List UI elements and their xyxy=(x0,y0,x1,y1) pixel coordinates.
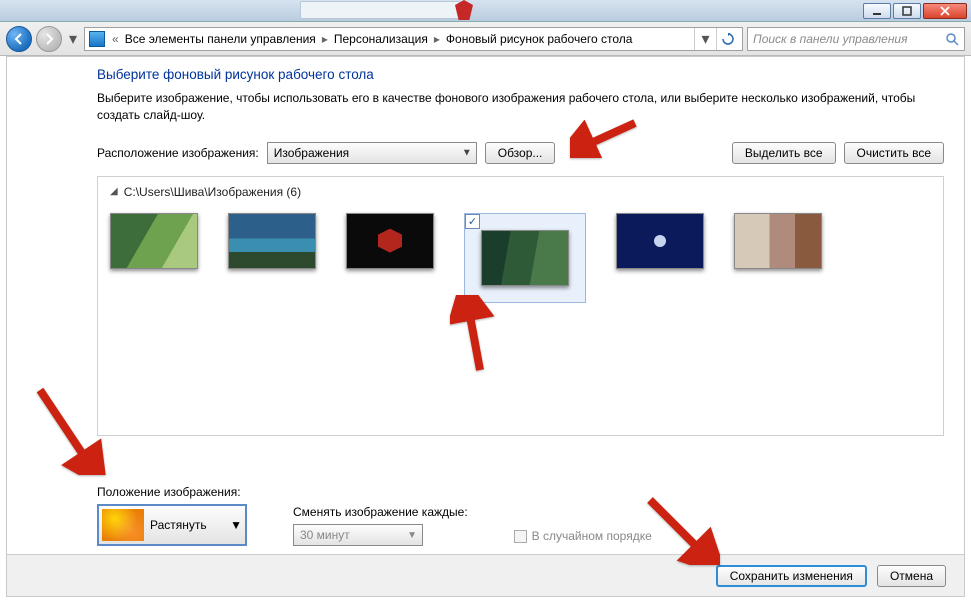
maximize-button[interactable] xyxy=(893,3,921,19)
select-all-button[interactable]: Выделить все xyxy=(732,142,836,164)
collapse-icon: ◢ xyxy=(110,186,118,197)
position-column: Положение изображения: Растянуть ▼ xyxy=(97,485,247,546)
folder-header[interactable]: ◢ C:\Users\Шива\Изображения (6) xyxy=(110,185,931,199)
content-panel: Выберите фоновый рисунок рабочего стола … xyxy=(6,56,965,597)
browse-button[interactable]: Обзор... xyxy=(485,142,556,164)
address-dropdown-icon[interactable]: ▾ xyxy=(694,28,716,50)
interval-value: 30 минут xyxy=(300,528,350,542)
wallpaper-thumb-2[interactable] xyxy=(228,213,316,269)
chevron-down-icon: ▼ xyxy=(407,530,417,541)
address-bar[interactable]: « Все элементы панели управления ▸ Персо… xyxy=(84,27,743,51)
thumb-checkbox-checked[interactable]: ✓ xyxy=(465,214,480,229)
wallpaper-thumb-5[interactable] xyxy=(616,213,704,269)
control-panel-icon xyxy=(89,31,105,47)
window-titlebar xyxy=(0,0,971,22)
thumbnail-row: ✓ xyxy=(110,213,931,303)
titlebar-preview xyxy=(300,1,460,19)
minimize-button[interactable] xyxy=(863,3,891,19)
forward-button[interactable] xyxy=(36,26,62,52)
interval-label: Сменять изображение каждые: xyxy=(293,505,468,519)
chevron-down-icon: ▼ xyxy=(462,147,472,158)
shuffle-label: В случайном порядке xyxy=(532,529,652,543)
interval-combo: 30 минут ▼ xyxy=(293,524,423,546)
close-button[interactable] xyxy=(923,3,967,19)
page-title: Выберите фоновый рисунок рабочего стола xyxy=(97,67,944,82)
interval-column: Сменять изображение каждые: 30 минут ▼ xyxy=(293,505,468,546)
position-value: Растянуть xyxy=(150,518,207,532)
selected-thumb-wrap: ✓ xyxy=(464,213,586,303)
breadcrumb-root[interactable]: Все элементы панели управления xyxy=(122,32,319,46)
location-value: Изображения xyxy=(274,146,349,160)
shuffle-row: В случайном порядке xyxy=(514,529,652,543)
search-icon xyxy=(945,32,959,46)
position-preview-icon xyxy=(102,509,144,541)
crumb-sep: ▸ xyxy=(431,32,443,46)
location-label: Расположение изображения: xyxy=(97,146,259,160)
back-button[interactable] xyxy=(6,26,32,52)
shuffle-checkbox xyxy=(514,530,527,543)
wallpaper-thumb-6[interactable] xyxy=(734,213,822,269)
wallpaper-thumb-4-selected[interactable]: ✓ xyxy=(481,230,569,286)
breadcrumb-personalization[interactable]: Персонализация xyxy=(331,32,431,46)
crumb-sep: « xyxy=(109,32,122,46)
bottom-options: Положение изображения: Растянуть ▼ Сменя… xyxy=(97,485,652,546)
position-label: Положение изображения: xyxy=(97,485,247,499)
chevron-down-icon: ▼ xyxy=(230,518,242,532)
clear-all-button[interactable]: Очистить все xyxy=(844,142,944,164)
save-button[interactable]: Сохранить изменения xyxy=(716,565,867,587)
page-subtext: Выберите изображение, чтобы использовать… xyxy=(97,90,917,124)
navigation-bar: ▾ « Все элементы панели управления ▸ Пер… xyxy=(0,22,971,56)
location-combo[interactable]: Изображения ▼ xyxy=(267,142,477,164)
position-combo[interactable]: Растянуть ▼ xyxy=(97,504,247,546)
search-placeholder: Поиск в панели управления xyxy=(753,32,945,46)
wallpaper-thumb-3[interactable] xyxy=(346,213,434,269)
location-row: Расположение изображения: Изображения ▼ … xyxy=(97,142,944,164)
refresh-button[interactable] xyxy=(716,28,738,50)
breadcrumb-wallpaper[interactable]: Фоновый рисунок рабочего стола xyxy=(443,32,636,46)
folder-path: C:\Users\Шива\Изображения (6) xyxy=(124,185,301,199)
crumb-sep: ▸ xyxy=(319,32,331,46)
dialog-footer: Сохранить изменения Отмена xyxy=(7,554,964,596)
image-list-panel: ◢ C:\Users\Шива\Изображения (6) ✓ xyxy=(97,176,944,436)
search-input[interactable]: Поиск в панели управления xyxy=(747,27,965,51)
wallpaper-thumb-1[interactable] xyxy=(110,213,198,269)
cancel-button[interactable]: Отмена xyxy=(877,565,946,587)
history-dropdown-icon[interactable]: ▾ xyxy=(66,26,80,52)
